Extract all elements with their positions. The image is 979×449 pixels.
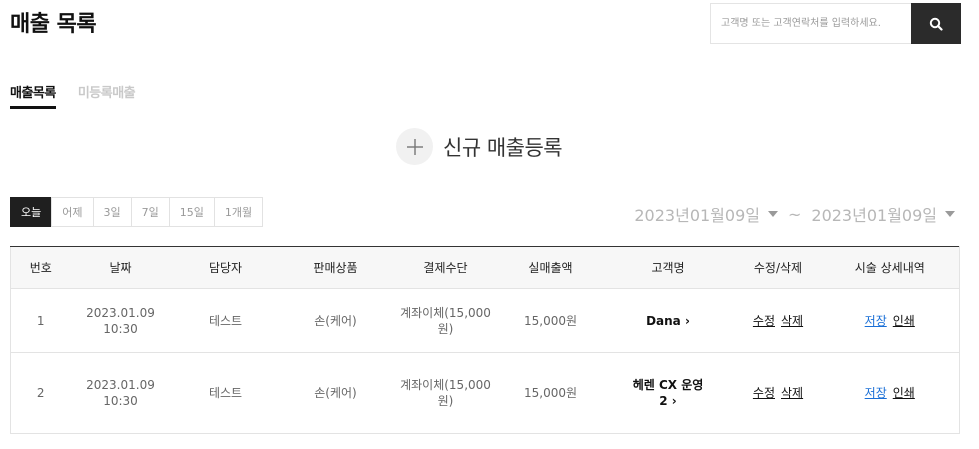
- time-text: 10:30: [103, 321, 138, 336]
- print-link[interactable]: 인쇄: [893, 314, 915, 328]
- search-button[interactable]: [911, 3, 961, 44]
- search-input[interactable]: [711, 4, 911, 43]
- col-treatment-detail: 시술 상세내역: [820, 246, 960, 289]
- sales-table: 번호 날짜 담당자 판매상품 결제수단 실매출액 고객명 수정/삭제 시술 상세…: [10, 246, 960, 434]
- cell-amount: 15,000원: [500, 352, 601, 434]
- cell-customer: Dana ›: [600, 288, 736, 353]
- col-staff: 담당자: [170, 246, 281, 289]
- tab-bar: 매출목록 미등록매출: [10, 82, 136, 109]
- col-date: 날짜: [70, 246, 171, 289]
- caret-down-icon: [945, 211, 955, 217]
- end-date-select[interactable]: 2023년01월09일: [811, 202, 955, 226]
- search-bar: [710, 3, 961, 44]
- col-customer: 고객명: [600, 246, 736, 289]
- date-separator: ~: [787, 204, 802, 224]
- customer-name: 헤렌 CX 운영: [632, 378, 704, 392]
- cell-product: 손(케어): [280, 352, 391, 434]
- payment-text-cont: 원): [437, 321, 454, 336]
- period-filter: 오늘 어제 3일 7일 15일 1개월: [10, 197, 264, 227]
- search-icon: [929, 17, 943, 31]
- save-link[interactable]: 저장: [865, 314, 887, 328]
- payment-text: 계좌이체(15,000: [400, 305, 491, 320]
- start-date-value: 2023년01월09일: [634, 206, 760, 225]
- customer-name: Dana: [646, 313, 681, 328]
- end-date-value: 2023년01월09일: [811, 206, 937, 225]
- period-15days-button[interactable]: 15일: [168, 197, 215, 227]
- table-header-row: 번호 날짜 담당자 판매상품 결제수단 실매출액 고객명 수정/삭제 시술 상세…: [10, 246, 960, 289]
- col-number: 번호: [10, 246, 71, 289]
- time-text: 10:30: [103, 394, 138, 408]
- chevron-right-icon: ›: [671, 394, 677, 408]
- date-text: 2023.01.09: [86, 305, 155, 320]
- period-3days-button[interactable]: 3일: [92, 197, 132, 227]
- cell-treatment-detail: 저장 인쇄: [820, 352, 960, 434]
- cell-staff: 테스트: [170, 352, 281, 434]
- delete-link[interactable]: 삭제: [781, 386, 803, 400]
- cell-payment: 계좌이체(15,000 원): [390, 288, 501, 353]
- payment-text-cont: 원): [437, 394, 454, 408]
- cell-number: 1: [10, 288, 71, 353]
- chevron-right-icon: ›: [684, 313, 690, 328]
- page-title: 매출 목록: [10, 12, 97, 37]
- new-sale-label: 신규 매출등록: [443, 135, 563, 160]
- save-link[interactable]: 저장: [865, 386, 887, 400]
- table-row: 1 2023.01.09 10:30 테스트 손(케어) 계좌이체(15,000 원…: [10, 288, 960, 353]
- cell-staff: 테스트: [170, 288, 281, 353]
- delete-link[interactable]: 삭제: [781, 314, 803, 328]
- caret-down-icon: [767, 211, 778, 217]
- table-row: 2 2023.01.09 10:30 테스트 손(케어) 계좌이체(15,000 원…: [10, 352, 960, 434]
- col-amount: 실매출액: [500, 246, 601, 289]
- col-payment: 결제수단: [390, 246, 501, 289]
- col-edit-delete: 수정/삭제: [735, 246, 821, 289]
- date-range: 2023년01월09일 ~ 2023년01월09일: [634, 202, 955, 226]
- cell-payment: 계좌이체(15,000 원): [390, 352, 501, 434]
- cell-date: 2023.01.09 10:30: [70, 288, 171, 353]
- col-product: 판매상품: [280, 246, 391, 289]
- tab-sales-list[interactable]: 매출목록: [10, 82, 56, 109]
- cell-customer: 헤렌 CX 운영 2 ›: [600, 352, 736, 434]
- period-today-button[interactable]: 오늘: [10, 197, 53, 227]
- edit-link[interactable]: 수정: [753, 386, 775, 400]
- cell-product: 손(케어): [280, 288, 391, 353]
- period-yesterday-button[interactable]: 어제: [51, 197, 94, 227]
- customer-link[interactable]: 헤렌 CX 운영 2 ›: [633, 378, 704, 408]
- period-1month-button[interactable]: 1개월: [213, 197, 264, 227]
- cell-edit-delete: 수정 삭제: [735, 288, 821, 353]
- cell-date: 2023.01.09 10:30: [70, 352, 171, 434]
- cell-edit-delete: 수정 삭제: [735, 352, 821, 434]
- new-sale-button[interactable]: 신규 매출등록: [396, 128, 563, 165]
- customer-link[interactable]: Dana ›: [646, 314, 690, 328]
- start-date-select[interactable]: 2023년01월09일: [634, 202, 778, 226]
- payment-text: 계좌이체(15,000: [400, 378, 491, 392]
- print-link[interactable]: 인쇄: [893, 386, 915, 400]
- period-7days-button[interactable]: 7일: [130, 197, 170, 227]
- cell-number: 2: [10, 352, 71, 434]
- cell-amount: 15,000원: [500, 288, 601, 353]
- plus-icon: [396, 128, 433, 165]
- date-text: 2023.01.09: [86, 378, 155, 392]
- tab-unregistered-sales[interactable]: 미등록매출: [78, 82, 136, 109]
- customer-name-cont: 2: [659, 394, 668, 408]
- cell-treatment-detail: 저장 인쇄: [820, 288, 960, 353]
- edit-link[interactable]: 수정: [753, 314, 775, 328]
